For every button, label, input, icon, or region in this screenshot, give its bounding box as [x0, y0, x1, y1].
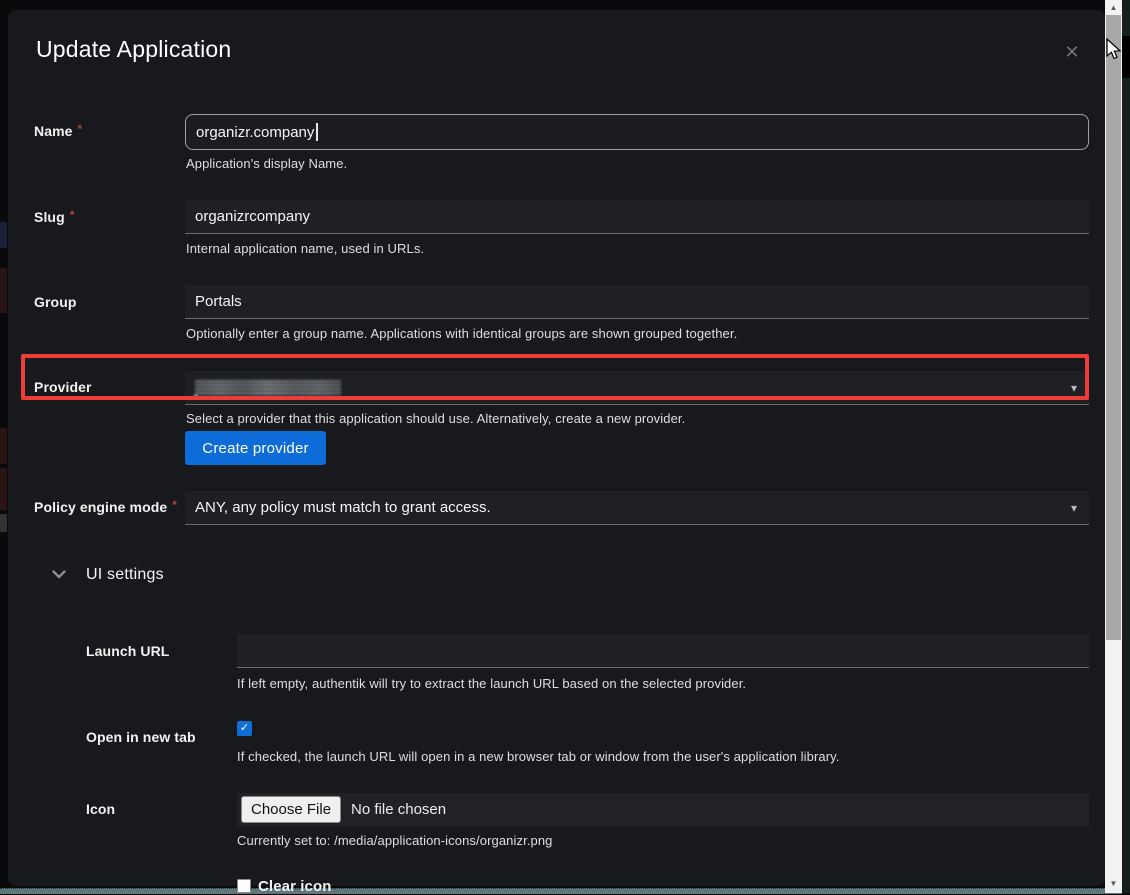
- icon-label: Icon: [86, 801, 115, 817]
- open-in-new-tab-label: Open in new tab: [86, 729, 196, 745]
- name-help: Application's display Name.: [186, 156, 347, 171]
- backdrop-right-strip: [1122, 0, 1130, 893]
- slug-label: Slug *: [34, 209, 75, 225]
- chevron-down-icon: [52, 566, 66, 584]
- policy-engine-mode-label: Policy engine mode *: [34, 499, 177, 515]
- open-in-new-tab-help: If checked, the launch URL will open in …: [237, 749, 840, 764]
- scrollbar-thumb[interactable]: [1106, 15, 1121, 640]
- backdrop-fragment: [0, 268, 7, 313]
- redacted-provider-value: [195, 380, 341, 396]
- required-asterisk: *: [78, 122, 83, 136]
- check-icon: ✓: [240, 722, 249, 734]
- launch-url-help: If left empty, authentik will try to ext…: [237, 676, 746, 691]
- slug-input[interactable]: organizrcompany: [185, 200, 1089, 234]
- ui-settings-section-toggle[interactable]: UI settings: [52, 566, 164, 584]
- page: { "modal": { "title": "Update Applicatio…: [0, 0, 1130, 893]
- provider-help: Select a provider that this application …: [186, 411, 685, 426]
- group-help: Optionally enter a group name. Applicati…: [186, 326, 737, 341]
- file-status-text: No file chosen: [351, 801, 446, 818]
- backdrop-fragment: [0, 428, 7, 464]
- backdrop-fragment: [0, 468, 7, 510]
- modal-title: Update Application: [36, 36, 231, 63]
- ui-settings-section-label: UI settings: [86, 566, 164, 584]
- provider-label: Provider: [34, 379, 92, 395]
- icon-help: Currently set to: /media/application-ico…: [237, 833, 553, 848]
- provider-select[interactable]: ▾: [185, 371, 1089, 405]
- backdrop-fragment: [0, 222, 7, 248]
- close-icon[interactable]: ✕: [1060, 40, 1084, 64]
- chevron-down-icon: ▾: [1071, 382, 1077, 394]
- backdrop-bottom-strip: [0, 888, 1122, 894]
- backdrop-right-patch: [1122, 36, 1130, 78]
- open-in-new-tab-checkbox[interactable]: ✓: [237, 721, 252, 736]
- text-caret: [316, 123, 318, 141]
- name-label: Name *: [34, 123, 82, 139]
- backdrop-fragment: [0, 514, 7, 532]
- choose-file-button[interactable]: Choose File: [241, 796, 341, 823]
- chevron-down-icon: ▾: [1071, 502, 1077, 514]
- vertical-scrollbar[interactable]: ▲ ▼: [1105, 0, 1122, 893]
- name-input[interactable]: organizr.company: [185, 114, 1089, 150]
- required-asterisk: *: [172, 498, 177, 512]
- update-application-modal: Update Application ✕ Name * organizr.com…: [8, 10, 1105, 886]
- launch-url-label: Launch URL: [86, 643, 169, 659]
- clear-icon-checkbox[interactable]: [237, 879, 251, 893]
- required-asterisk: *: [70, 208, 75, 222]
- icon-file-input[interactable]: Choose File No file chosen: [237, 793, 1089, 826]
- launch-url-input[interactable]: [237, 634, 1089, 668]
- scroll-down-icon[interactable]: ▼: [1105, 876, 1122, 891]
- scroll-up-icon[interactable]: ▲: [1105, 0, 1122, 15]
- group-input[interactable]: Portals: [185, 285, 1089, 319]
- slug-help: Internal application name, used in URLs.: [186, 241, 424, 256]
- policy-engine-mode-select[interactable]: ANY, any policy must match to grant acce…: [185, 491, 1089, 525]
- group-label: Group: [34, 294, 77, 310]
- create-provider-button[interactable]: Create provider: [185, 431, 326, 465]
- clear-icon-label: Clear icon: [258, 878, 332, 895]
